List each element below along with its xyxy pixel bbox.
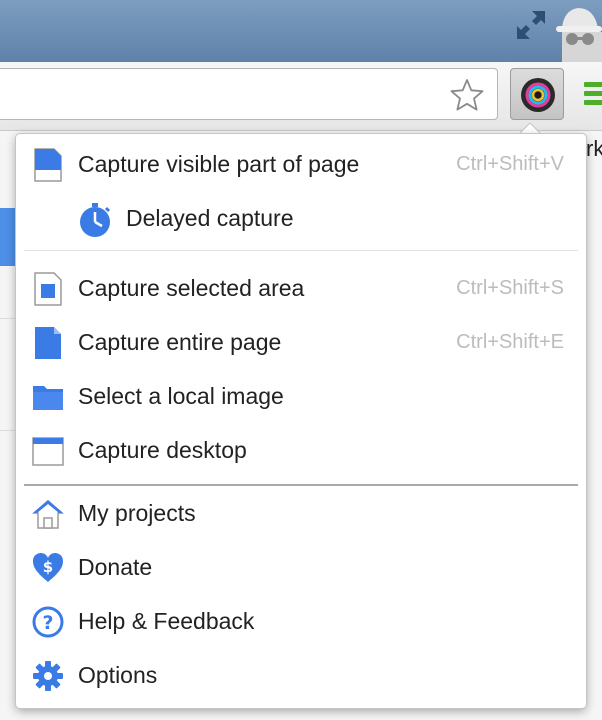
- menu-item-label: Capture entire page: [78, 329, 282, 355]
- selected-area-icon: [32, 272, 64, 306]
- entire-page-icon: [32, 326, 64, 360]
- address-bar[interactable]: [0, 68, 498, 120]
- menu-item-label: Capture visible part of page: [78, 151, 360, 177]
- page-blue-strip: [0, 208, 16, 266]
- menu-item-delayed-capture[interactable]: Delayed capture: [16, 192, 586, 246]
- svg-text:$: $: [43, 558, 53, 576]
- menu-item-capture-desktop[interactable]: Capture desktop: [16, 424, 586, 478]
- camera-lens-icon: [521, 78, 555, 112]
- menu-item-capture-selected[interactable]: Capture selected area Ctrl+Shift+S: [16, 262, 586, 316]
- gear-icon: [32, 659, 64, 693]
- menu-item-capture-visible[interactable]: Capture visible part of page Ctrl+Shift+…: [16, 138, 586, 192]
- visible-page-icon: [32, 148, 64, 182]
- menu-item-label: Capture selected area: [78, 275, 305, 301]
- menu-item-label: Donate: [78, 554, 153, 580]
- menu-item-capture-entire[interactable]: Capture entire page Ctrl+Shift+E: [16, 316, 586, 370]
- capture-menu-popup: Capture visible part of page Ctrl+Shift+…: [16, 134, 586, 708]
- heart-dollar-icon: $: [32, 551, 64, 585]
- shortcut-label: Ctrl+Shift+E: [456, 331, 564, 353]
- menu-separator: [24, 250, 578, 251]
- desktop-window-icon: [32, 434, 64, 468]
- page-divider: [0, 430, 16, 431]
- fullscreen-icon[interactable]: [514, 8, 548, 42]
- shortcut-label: Ctrl+Shift+S: [456, 277, 564, 299]
- menu-item-label: Help & Feedback: [78, 608, 255, 634]
- browser-toolbar: [0, 62, 602, 131]
- incognito-icon: [554, 2, 602, 62]
- help-icon: ?: [32, 605, 64, 639]
- menu-item-select-local-image[interactable]: Select a local image: [16, 370, 586, 424]
- page-divider: [0, 318, 16, 319]
- menu-item-options[interactable]: Options: [16, 649, 586, 703]
- browser-titlebar: [0, 0, 602, 62]
- menu-item-label: My projects: [78, 500, 196, 526]
- bookmark-text: rk: [586, 136, 602, 161]
- menu-item-my-projects[interactable]: My projects: [16, 487, 586, 541]
- menu-item-label: Capture desktop: [78, 437, 247, 463]
- screenshot-extension-button[interactable]: [510, 68, 564, 120]
- svg-text:?: ?: [42, 612, 53, 634]
- folder-icon: [32, 380, 64, 414]
- menu-item-help-feedback[interactable]: ? Help & Feedback: [16, 595, 586, 649]
- home-icon: [31, 497, 65, 531]
- timer-icon: [78, 202, 111, 237]
- star-icon[interactable]: [449, 77, 485, 113]
- shortcut-label: Ctrl+Shift+V: [456, 153, 564, 175]
- menu-item-label: Options: [78, 662, 158, 688]
- menu-item-label: Delayed capture: [126, 205, 294, 231]
- menu-separator: [24, 484, 578, 486]
- menu-item-label: Select a local image: [78, 383, 284, 409]
- menu-item-donate[interactable]: $ Donate: [16, 541, 586, 595]
- menu-icon[interactable]: [584, 82, 602, 108]
